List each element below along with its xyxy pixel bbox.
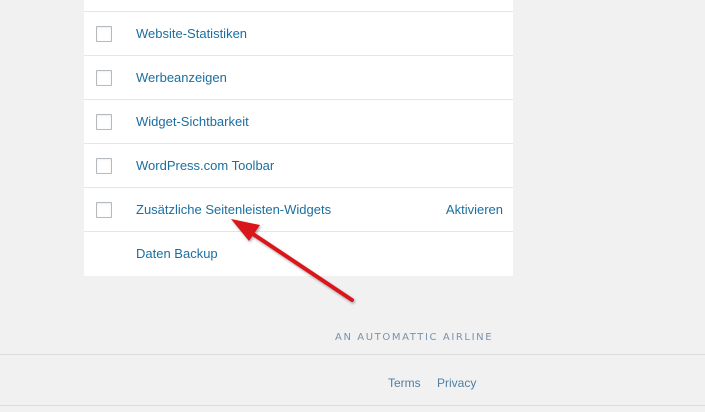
module-row-wordpress-toolbar: WordPress.com Toolbar [84, 143, 513, 187]
module-row-partial [84, 0, 513, 11]
terms-link[interactable]: Terms [388, 376, 421, 390]
automattic-airline-text: AN AUTOMATTIC AIRLINE [335, 332, 494, 343]
module-name-link[interactable]: Zusätzliche Seitenleisten-Widgets [136, 202, 331, 218]
module-row-daten-backup: Daten Backup [84, 231, 513, 276]
module-row-website-statistiken: Website-Statistiken [84, 11, 513, 55]
privacy-link[interactable]: Privacy [437, 376, 476, 390]
module-row-sidebar-widgets: Zusätzliche Seitenleisten-Widgets Aktivi… [84, 187, 513, 231]
module-name-link[interactable]: Website-Statistiken [136, 26, 247, 42]
module-checkbox[interactable] [96, 26, 112, 42]
module-name-link[interactable]: Daten Backup [136, 246, 218, 262]
activate-link[interactable]: Aktivieren [446, 202, 503, 218]
footer: Terms Privacy [0, 354, 705, 406]
module-checkbox[interactable] [96, 158, 112, 174]
module-row-werbeanzeigen: Werbeanzeigen [84, 55, 513, 99]
modules-list: Website-Statistiken Werbeanzeigen Widget… [84, 0, 513, 276]
module-name-link[interactable]: Widget-Sichtbarkeit [136, 114, 249, 130]
module-checkbox[interactable] [96, 202, 112, 218]
module-checkbox[interactable] [96, 70, 112, 86]
module-checkbox[interactable] [96, 114, 112, 130]
module-name-link[interactable]: WordPress.com Toolbar [136, 158, 274, 174]
module-name-link[interactable]: Werbeanzeigen [136, 70, 227, 86]
module-row-widget-sichtbarkeit: Widget-Sichtbarkeit [84, 99, 513, 143]
